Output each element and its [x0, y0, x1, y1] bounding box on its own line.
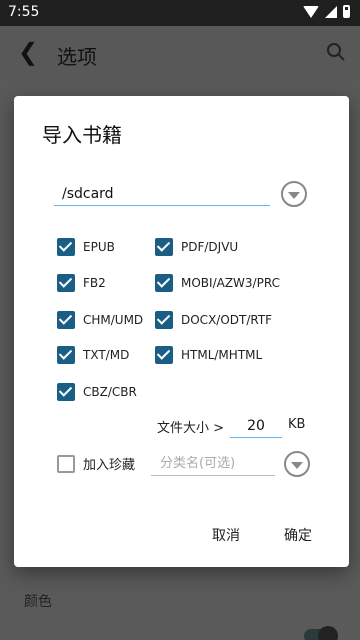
- format-option-docx[interactable]: DOCX/ODT/RTF: [155, 311, 272, 329]
- favorites-label: 加入珍藏: [83, 458, 136, 473]
- ok-button[interactable]: 确定: [284, 525, 312, 545]
- format-label: TXT/MD: [83, 348, 130, 362]
- format-option-cbz[interactable]: CBZ/CBR: [57, 383, 137, 401]
- file-size-label: 文件大小 >: [157, 421, 225, 436]
- format-label: CBZ/CBR: [83, 385, 137, 399]
- background-toggle[interactable]: [304, 626, 338, 640]
- format-label: MOBI/AZW3/PRC: [181, 276, 280, 290]
- checkbox-mobi[interactable]: [155, 274, 173, 292]
- chevron-down-icon: [288, 191, 300, 199]
- back-arrow-icon[interactable]: ❮: [18, 38, 38, 66]
- section-label-color: 颜色: [24, 594, 52, 610]
- category-dropdown-button[interactable]: [284, 451, 310, 477]
- cancel-button[interactable]: 取消: [212, 525, 240, 545]
- format-option-html[interactable]: HTML/MHTML: [155, 346, 262, 364]
- status-icons: [303, 5, 350, 18]
- checkbox-cbz[interactable]: [57, 383, 75, 401]
- file-size-input[interactable]: [230, 414, 282, 438]
- chevron-down-icon: [291, 461, 303, 469]
- category-input[interactable]: [151, 452, 275, 476]
- battery-icon: [343, 5, 350, 18]
- format-label: EPUB: [83, 240, 115, 254]
- format-label: PDF/DJVU: [181, 240, 239, 254]
- page-title: 选项: [57, 45, 97, 69]
- checkbox-txt[interactable]: [57, 346, 75, 364]
- format-option-pdf[interactable]: PDF/DJVU: [155, 238, 238, 256]
- format-label: CHM/UMD: [83, 313, 144, 327]
- format-option-mobi[interactable]: MOBI/AZW3/PRC: [155, 274, 280, 292]
- format-option-chm[interactable]: CHM/UMD: [57, 311, 143, 329]
- favorites-option[interactable]: 加入珍藏: [57, 454, 135, 473]
- file-size-unit: KB: [288, 417, 306, 432]
- format-label: FB2: [83, 276, 106, 290]
- search-icon[interactable]: [326, 42, 346, 62]
- status-time: 7:55: [8, 4, 40, 20]
- checkbox-fb2[interactable]: [57, 274, 75, 292]
- import-books-dialog: 导入书籍 EPUB PDF/DJVU FB2 MOBI/AZW3/PRC CHM…: [14, 96, 349, 567]
- dialog-title: 导入书籍: [42, 123, 122, 147]
- checkbox-chm[interactable]: [57, 311, 75, 329]
- format-label: HTML/MHTML: [181, 348, 263, 362]
- checkbox-docx[interactable]: [155, 311, 173, 329]
- format-option-epub[interactable]: EPUB: [57, 238, 115, 256]
- checkbox-epub[interactable]: [57, 238, 75, 256]
- format-option-txt[interactable]: TXT/MD: [57, 346, 129, 364]
- status-bar: 7:55: [0, 0, 360, 26]
- checkbox-html[interactable]: [155, 346, 173, 364]
- checkbox-pdf[interactable]: [155, 238, 173, 256]
- signal-icon: [325, 5, 337, 18]
- checkbox-favorites[interactable]: [57, 454, 75, 473]
- format-label: DOCX/ODT/RTF: [181, 313, 273, 327]
- app-bar: ❮ 选项: [0, 26, 360, 82]
- path-input[interactable]: [54, 182, 270, 206]
- path-dropdown-button[interactable]: [281, 181, 307, 207]
- wifi-icon: [303, 5, 319, 18]
- format-option-fb2[interactable]: FB2: [57, 274, 106, 292]
